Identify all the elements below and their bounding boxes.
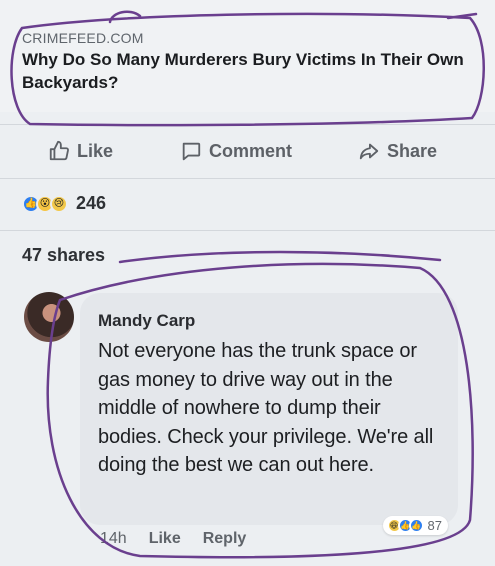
comment-reply-button[interactable]: Reply	[203, 530, 247, 548]
reaction-summary[interactable]: 👍 😮 😢 246	[22, 193, 106, 214]
like-icon: 👍	[408, 518, 424, 533]
reaction-count: 246	[76, 193, 107, 213]
action-bar: Like Comment Share	[0, 133, 495, 169]
divider	[0, 178, 495, 179]
link-domain: CRIMEFEED.COM	[22, 30, 144, 46]
sad-icon: 😢	[50, 194, 68, 213]
link-title[interactable]: Why Do So Many Murderers Bury Victims In…	[22, 48, 473, 94]
share-icon	[359, 143, 379, 160]
divider	[0, 124, 495, 125]
avatar[interactable]	[24, 292, 74, 342]
comment-icon	[182, 142, 201, 161]
comment-like-button[interactable]: Like	[149, 530, 181, 548]
comment-time: 14h	[100, 530, 127, 547]
comment-button[interactable]: Comment	[180, 140, 292, 162]
comment-reaction-count: 87	[427, 518, 442, 533]
comment-meta: 14h Like Reply	[100, 530, 246, 548]
share-button[interactable]: Share	[358, 140, 437, 162]
thumbs-up-icon	[49, 140, 69, 161]
comment-reactions[interactable]: 😆 👍 👍 87	[382, 516, 448, 535]
comment-text: Not everyone has the trunk space or gas …	[98, 340, 434, 476]
comment-label: Comment	[209, 140, 293, 161]
link-preview[interactable]: CRIMEFEED.COM Why Do So Many Murderers B…	[0, 0, 495, 112]
like-label: Like	[77, 140, 114, 161]
comment-bubble: Mandy Carp Not everyone has the trunk sp…	[80, 293, 458, 535]
divider	[0, 230, 495, 231]
like-button[interactable]: Like	[48, 140, 113, 162]
comment-author[interactable]: Mandy Carp	[98, 311, 440, 331]
facebook-post: CRIMEFEED.COM Why Do So Many Murderers B…	[0, 0, 495, 566]
share-label: Share	[387, 140, 438, 161]
share-count[interactable]: 47 shares	[22, 245, 105, 266]
